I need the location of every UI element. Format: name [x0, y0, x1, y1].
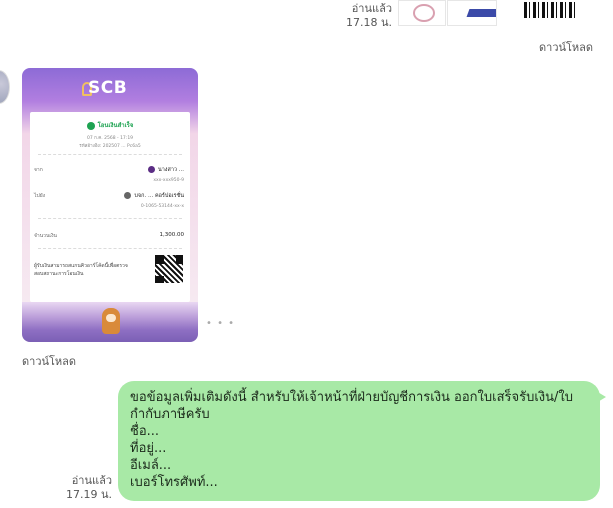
message-line: ขอข้อมูลเพิ่มเติมดังนี้ สำหรับให้เจ้าหน้…	[130, 390, 574, 405]
slip-from-name-text: นางสาว ...	[157, 167, 184, 173]
slip-divider	[38, 248, 182, 249]
reply-message-bubble[interactable]: ขอข้อมูลเพิ่มเติมดังนี้ สำหรับให้เจ้าหน้…	[118, 381, 606, 501]
slip-download-link[interactable]: ดาวน์โหลด	[22, 352, 76, 370]
logo-thumbnail-icon	[413, 4, 435, 22]
slip-footer-art	[22, 302, 198, 342]
slip-to-name-text: บจก. ... คอร์ปอเรชั่น	[134, 193, 184, 199]
bank-logo-icon	[147, 166, 155, 173]
slip-brand: SCB	[88, 78, 128, 98]
transfer-slip-image[interactable]: SCB โอนเงินสำเร็จ 07 ก.ค. 2568 - 17:19 ร…	[22, 68, 198, 342]
slip-divider	[38, 218, 182, 219]
top-image-thumb-2[interactable]	[447, 0, 497, 26]
message-line: ที่อยู่...	[130, 441, 167, 456]
slip-status: โอนเงินสำเร็จ	[30, 120, 190, 130]
slip-to-account: 0-1065-53144-xx-x	[140, 204, 184, 209]
slip-from-name: นางสาว ...	[147, 166, 184, 174]
slip-verify-text: ผู้รับเงินสามารถสแกนคิวอาร์โค้ดนี้เพื่อต…	[34, 263, 128, 277]
message-line: กำกับภาษีครับ	[130, 407, 210, 422]
slip-to-label: ไปยัง	[34, 193, 46, 199]
top-read-label: อ่านแล้ว	[351, 2, 392, 15]
shiba-mascot-icon	[102, 308, 120, 334]
slip-from-label: จาก	[34, 167, 43, 173]
top-read-time: 17.18 น.	[345, 16, 392, 29]
qr-code-icon	[154, 254, 184, 284]
reply-read-receipt: อ่านแล้ว 17.19 น.	[56, 474, 112, 502]
top-image-thumb-1[interactable]	[398, 0, 446, 26]
slip-from-account: xxx-xxx950-9	[153, 178, 184, 183]
slip-amount-label: จำนวนเงิน	[34, 233, 57, 239]
bank-logo-icon	[124, 192, 132, 199]
slip-date: 07 ก.ค. 2568 - 17:19	[86, 136, 134, 141]
reply-read-time: 17.19 น.	[65, 488, 112, 501]
slip-to-name: บจก. ... คอร์ปอเรชั่น	[124, 192, 184, 200]
reply-read-label: อ่านแล้ว	[71, 474, 112, 487]
slip-card: โอนเงินสำเร็จ 07 ก.ค. 2568 - 17:19 รหัสอ…	[30, 112, 190, 302]
check-circle-icon	[86, 121, 95, 130]
more-options-button[interactable]: • • •	[206, 318, 235, 329]
top-download-link[interactable]: ดาวน์โหลด	[539, 38, 593, 56]
message-line: อีเมล์...	[130, 458, 172, 473]
slip-amount: 1,300.00	[159, 232, 185, 238]
avatar[interactable]	[0, 70, 10, 104]
slip-header: SCB	[22, 68, 198, 110]
top-qr-thumb[interactable]	[524, 2, 576, 18]
slip-divider	[38, 154, 182, 155]
slip-ref: รหัสอ้างอิง: 202507 ... Pc6a5	[79, 144, 141, 149]
message-line: ชื่อ...	[130, 424, 160, 439]
message-line: เบอร์โทรศัพท์...	[130, 475, 218, 490]
top-read-receipt: อ่านแล้ว 17.18 น.	[338, 2, 392, 30]
slip-status-text: โอนเงินสำเร็จ	[97, 122, 134, 129]
logo-thumbnail-icon	[466, 9, 496, 17]
